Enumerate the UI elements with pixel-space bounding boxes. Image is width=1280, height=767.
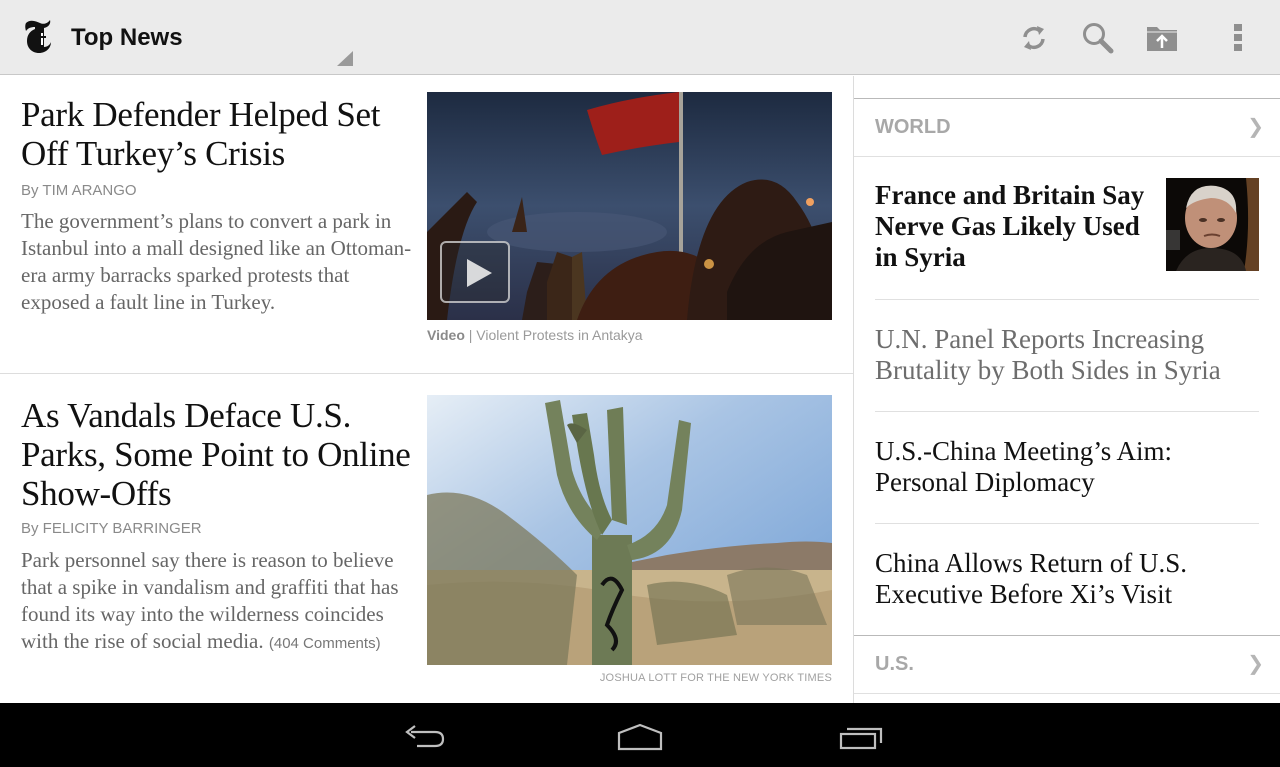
home-button[interactable] [610,717,670,757]
section-label: WORLD [875,116,951,138]
search-icon[interactable] [1078,18,1118,58]
caption-separator: | [464,327,477,343]
nyt-logo-icon[interactable] [22,17,54,57]
section-header-world[interactable]: WORLD ❯ [854,99,1280,156]
section-label: U.S. [875,653,914,675]
story-link[interactable]: U.N. Panel Reports Increasing Brutality … [875,324,1265,386]
article-card[interactable]: Park Defender Helped Set Off Turkey’s Cr… [0,76,853,373]
story-thumbnail[interactable] [1166,178,1259,271]
chevron-right-icon: ❯ [1247,651,1264,675]
section-divider [854,156,1280,157]
action-bar: Top News [0,0,1280,75]
comments-link[interactable]: (404 Comments) [269,635,381,652]
article-summary: Park personnel say there is reason to be… [21,547,421,657]
video-caption[interactable]: Video | Violent Protests in Antakya [427,327,643,343]
story-divider [875,523,1259,524]
story-divider [875,411,1259,412]
caption-text: Violent Protests in Antakya [476,327,643,343]
article-headline[interactable]: Park Defender Helped Set Off Turkey’s Cr… [21,95,416,173]
article-summary: The government’s plans to convert a park… [21,209,412,314]
recent-apps-icon [839,727,883,750]
story-link[interactable]: U.S.-China Meeting’s Aim: Personal Diplo… [875,436,1265,498]
story-link[interactable]: France and Britain Say Nerve Gas Likely … [875,180,1145,273]
article-byline: By FELICITY BARRINGER [21,520,202,537]
saved-folder-icon[interactable] [1142,18,1182,58]
overflow-menu-icon[interactable] [1218,18,1258,58]
cactus-photo [427,395,832,665]
top-stories-panel: Park Defender Helped Set Off Turkey’s Cr… [0,76,853,703]
home-icon [617,723,663,751]
article-photo[interactable] [427,395,832,665]
photo-credit: JOSHUA LOTT FOR THE NEW YORK TIMES [599,672,832,684]
play-video-button[interactable] [440,241,510,303]
article-headline[interactable]: As Vandals Deface U.S. Parks, Some Point… [21,396,416,513]
article-video-thumbnail[interactable] [427,92,832,320]
recent-apps-button[interactable] [828,717,888,757]
section-dropdown-indicator-icon[interactable] [337,51,353,66]
article-card[interactable]: As Vandals Deface U.S. Parks, Some Point… [0,374,853,703]
back-icon [405,725,445,748]
refresh-icon[interactable] [1014,18,1054,58]
system-navigation-bar [0,703,1280,767]
portrait-photo [1166,178,1259,271]
story-link[interactable]: China Allows Return of U.S. Executive Be… [875,548,1265,610]
section-divider [854,693,1280,694]
section-header-us[interactable]: U.S. ❯ [854,636,1280,693]
article-byline: By TIM ARANGO [21,182,137,199]
sections-panel: WORLD ❯ France and Britain Say Nerve Gas… [854,76,1280,703]
story-divider [875,299,1259,300]
back-button[interactable] [394,717,454,757]
caption-kind: Video [427,327,465,343]
section-title[interactable]: Top News [71,24,183,52]
chevron-right-icon: ❯ [1247,114,1264,138]
